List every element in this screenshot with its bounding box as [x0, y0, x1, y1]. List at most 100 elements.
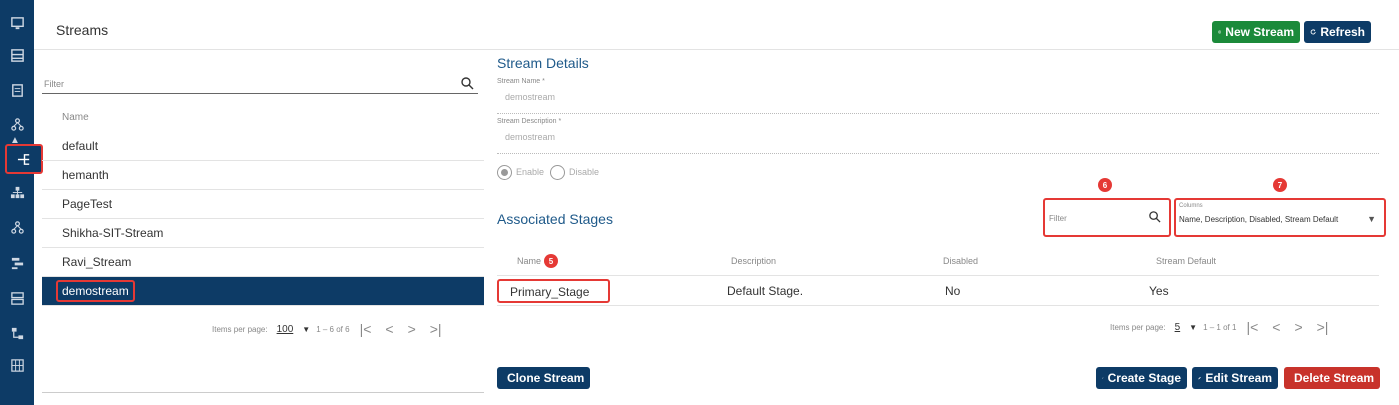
- clipboard-icon[interactable]: [5, 79, 29, 101]
- associated-stages-title: Associated Stages: [497, 211, 613, 227]
- edit-stream-button[interactable]: Edit Stream: [1192, 367, 1278, 389]
- list-item-label: Ravi_Stream: [62, 255, 132, 269]
- list-item-label: default: [62, 139, 99, 153]
- items-per-page-select[interactable]: 100: [277, 324, 294, 335]
- plus-circle-icon: [1218, 30, 1222, 34]
- stages-paginator: Items per page: 5 ▼ 1 – 1 of 1 |< < > >|: [1110, 318, 1332, 336]
- pencil-icon: [1198, 376, 1201, 380]
- stage-stream-default: Yes: [1149, 284, 1169, 298]
- stream-name-field[interactable]: Stream Name * demostream: [497, 74, 1379, 114]
- clone-stream-label: Clone Stream: [507, 371, 585, 385]
- refresh-label: Refresh: [1320, 25, 1365, 39]
- stage-disabled: No: [945, 284, 961, 298]
- next-page-icon[interactable]: >: [408, 321, 416, 337]
- stage-name: Primary_Stage: [510, 285, 590, 299]
- column-header-disabled[interactable]: Disabled: [943, 256, 978, 266]
- delete-stream-button[interactable]: Delete Stream: [1284, 367, 1380, 389]
- enable-radio-group: Enable Disable: [497, 163, 599, 181]
- stream-filter-input[interactable]: Filter: [42, 64, 478, 94]
- list-item-label: Shikha-SIT-Stream: [62, 226, 164, 240]
- list-item[interactable]: Ravi_Stream: [42, 248, 484, 277]
- refresh-button[interactable]: Refresh: [1304, 21, 1371, 43]
- last-page-icon[interactable]: >|: [1317, 319, 1329, 335]
- list-item-label: demostream: [56, 280, 135, 302]
- search-icon[interactable]: [460, 76, 474, 90]
- disable-radio[interactable]: [550, 164, 566, 180]
- new-stream-button[interactable]: New Stream: [1212, 21, 1300, 43]
- server-icon[interactable]: [5, 287, 29, 309]
- table-row[interactable]: Primary_Stage Default Stage. No Yes: [497, 277, 1379, 306]
- last-page-icon[interactable]: >|: [430, 321, 442, 337]
- enable-radio-label: Enable: [516, 167, 545, 177]
- stage-description: Default Stage.: [727, 284, 804, 298]
- pencil-icon: [1102, 377, 1104, 379]
- list-item-label: hemanth: [62, 168, 109, 182]
- divider: [42, 392, 484, 393]
- items-per-page-label: Items per page:: [1110, 322, 1166, 332]
- edit-stream-label: Edit Stream: [1205, 371, 1272, 385]
- stage-name-cell[interactable]: Primary_Stage: [497, 279, 610, 303]
- org-tree-icon[interactable]: [5, 181, 29, 203]
- monitor-icon[interactable]: [5, 12, 29, 34]
- workflow-icon[interactable]: [5, 322, 29, 344]
- list-item-selected[interactable]: demostream: [42, 277, 484, 306]
- stream-list: default hemanth PageTest Shikha-SIT-Stre…: [42, 132, 484, 306]
- chevron-down-icon[interactable]: ▼: [1367, 214, 1376, 224]
- refresh-icon: [1310, 29, 1316, 35]
- page-header: Streams New Stream Refresh: [34, 0, 1399, 50]
- annotation-badge-7: 7: [1273, 178, 1287, 192]
- column-header-description[interactable]: Description: [731, 256, 776, 266]
- stream-description-field[interactable]: Stream Description * demostream: [497, 114, 1379, 154]
- prev-page-icon[interactable]: <: [385, 321, 393, 337]
- column-header-stream-default[interactable]: Stream Default: [1156, 256, 1216, 266]
- first-page-icon[interactable]: |<: [360, 321, 372, 337]
- items-per-page-label: Items per page:: [212, 324, 268, 334]
- stream-description-label: Stream Description *: [497, 118, 562, 125]
- annotation-badge-6: 6: [1098, 178, 1112, 192]
- hierarchy-icon[interactable]: [5, 113, 29, 135]
- stream-filter-placeholder: Filter: [44, 79, 64, 89]
- first-page-icon[interactable]: |<: [1246, 319, 1258, 335]
- delete-stream-label: Delete Stream: [1294, 371, 1375, 385]
- icon-sidebar: ▲: [0, 0, 43, 405]
- stage-filter-input[interactable]: Filter: [1043, 198, 1171, 237]
- list-item-label: PageTest: [62, 197, 113, 211]
- stream-list-column-header[interactable]: Name: [62, 112, 89, 123]
- columns-select[interactable]: Columns Name, Description, Disabled, Str…: [1174, 198, 1386, 237]
- stream-description-value: demostream: [505, 132, 556, 142]
- stream-name-label: Stream Name *: [497, 78, 545, 85]
- chevron-down-icon[interactable]: ▼: [302, 325, 310, 334]
- columns-label: Columns: [1179, 203, 1203, 209]
- stage-filter-placeholder: Filter: [1049, 214, 1067, 223]
- disable-radio-label: Disable: [569, 167, 600, 177]
- page-title: Streams: [56, 22, 109, 38]
- prev-page-icon[interactable]: <: [1272, 319, 1280, 335]
- grid-icon[interactable]: [5, 354, 29, 376]
- enable-radio[interactable]: [497, 164, 512, 180]
- stream-name-value: demostream: [505, 92, 556, 102]
- list-item[interactable]: hemanth: [42, 161, 484, 190]
- columns-value: Name, Description, Disabled, Stream Defa…: [1179, 215, 1339, 224]
- create-stage-label: Create Stage: [1107, 371, 1181, 385]
- stream-list-panel: Filter Name default hemanth PageTest Shi…: [42, 52, 484, 392]
- stages-table-header: Name 5 Description Disabled Stream Defau…: [497, 246, 1379, 276]
- list-item[interactable]: PageTest: [42, 190, 484, 219]
- chevron-down-icon[interactable]: ▼: [1189, 323, 1197, 332]
- stream-list-paginator: Items per page: 100 ▼ 1 – 6 of 6 |< < > …: [212, 320, 446, 338]
- items-per-page-select[interactable]: 5: [1175, 322, 1181, 333]
- stream-icon[interactable]: [5, 144, 43, 174]
- column-header-name[interactable]: Name: [517, 256, 541, 266]
- create-stage-button[interactable]: Create Stage: [1096, 367, 1187, 389]
- dashboard-icon[interactable]: [5, 44, 29, 66]
- next-page-icon[interactable]: >: [1294, 319, 1302, 335]
- list-item[interactable]: default: [42, 132, 484, 161]
- gantt-icon[interactable]: [5, 252, 29, 274]
- annotation-badge-5: 5: [544, 254, 558, 268]
- clone-stream-button[interactable]: Clone Stream: [497, 367, 590, 389]
- page-range: 1 – 1 of 1: [1203, 322, 1237, 332]
- search-icon[interactable]: [1148, 210, 1161, 223]
- new-stream-label: New Stream: [1225, 25, 1294, 39]
- page-range: 1 – 6 of 6: [316, 324, 350, 334]
- list-item[interactable]: Shikha-SIT-Stream: [42, 219, 484, 248]
- network-icon[interactable]: [5, 216, 29, 238]
